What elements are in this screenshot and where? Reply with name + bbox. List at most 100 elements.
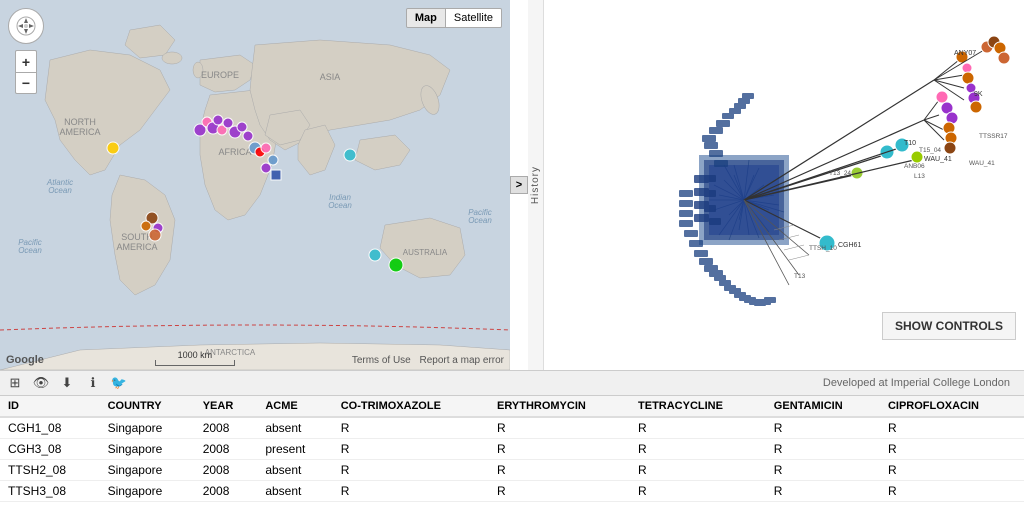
- table-cell: TTSH3_08: [0, 481, 100, 502]
- col-year: YEAR: [195, 396, 258, 417]
- col-cotrimoxazole: CO-TRIMOXAZOLE: [333, 396, 489, 417]
- svg-text:EUROPE: EUROPE: [201, 70, 239, 80]
- table-cell: absent: [257, 481, 332, 502]
- terms-link[interactable]: Terms of Use: [352, 355, 411, 366]
- report-link[interactable]: Report a map error: [420, 355, 504, 366]
- table-cell: R: [489, 481, 630, 502]
- col-id: ID: [0, 396, 100, 417]
- svg-text:SOUTH: SOUTH: [121, 232, 153, 242]
- col-country: COUNTRY: [100, 396, 195, 417]
- table-cell: R: [880, 481, 1024, 502]
- svg-text:AUSTRALIA: AUSTRALIA: [403, 248, 448, 257]
- table-cell: R: [333, 439, 489, 460]
- map-nav-control[interactable]: [8, 8, 44, 44]
- table-cell: Singapore: [100, 460, 195, 481]
- scale-bar: [155, 360, 235, 366]
- grid-icon[interactable]: ⊞: [6, 374, 24, 392]
- table-cell: R: [880, 460, 1024, 481]
- table-cell: R: [880, 439, 1024, 460]
- zoom-out-button[interactable]: −: [15, 72, 37, 94]
- svg-text:L13: L13: [914, 173, 925, 180]
- svg-text:AFRICA: AFRICA: [218, 147, 251, 157]
- table-cell: CGH3_08: [0, 439, 100, 460]
- table-cell: R: [630, 417, 766, 439]
- map-background: NORTH AMERICA SOUTH AMERICA EUROPE AFRIC…: [0, 0, 510, 370]
- col-acme: ACME: [257, 396, 332, 417]
- table-cell: Singapore: [100, 481, 195, 502]
- zoom-in-button[interactable]: +: [15, 50, 37, 72]
- download-icon[interactable]: ⬇: [58, 374, 76, 392]
- svg-text:AMERICA: AMERICA: [59, 127, 100, 137]
- table-cell: R: [766, 481, 880, 502]
- svg-text:WAU_41: WAU_41: [924, 156, 952, 163]
- svg-text:Ocean: Ocean: [18, 246, 42, 255]
- table-cell: R: [333, 460, 489, 481]
- svg-text:NORTH: NORTH: [64, 117, 96, 127]
- top-section: NORTH AMERICA SOUTH AMERICA EUROPE AFRIC…: [0, 0, 1024, 370]
- google-logo: Google: [6, 354, 44, 366]
- table-row: CGH3_08Singapore2008presentRRRRR: [0, 439, 1024, 460]
- world-map-svg: NORTH AMERICA SOUTH AMERICA EUROPE AFRIC…: [0, 0, 510, 370]
- table-row: CGH1_08Singapore2008absentRRRRR: [0, 417, 1024, 439]
- scale-label: 1000 km: [178, 350, 213, 360]
- table-cell: absent: [257, 417, 332, 439]
- table-cell: R: [630, 481, 766, 502]
- table-cell: R: [489, 439, 630, 460]
- map-scale: 1000 km: [155, 350, 235, 366]
- map-footer: Google 1000 km Terms of Use Report a map…: [0, 350, 510, 366]
- map-controls: + −: [8, 8, 44, 94]
- table-body: CGH1_08Singapore2008absentRRRRRCGH3_08Si…: [0, 417, 1024, 502]
- svg-text:ANY07: ANY07: [954, 50, 976, 57]
- table-cell: CGH1_08: [0, 417, 100, 439]
- table-cell: R: [333, 417, 489, 439]
- data-table-section: ID COUNTRY YEAR ACME CO-TRIMOXAZOLE ERYT…: [0, 396, 1024, 522]
- table-row: TTSH3_08Singapore2008absentRRRRR: [0, 481, 1024, 502]
- table-cell: R: [489, 460, 630, 481]
- col-gentamicin: GENTAMICIN: [766, 396, 880, 417]
- map-type-map-button[interactable]: Map: [407, 9, 445, 27]
- col-ciprofloxacin: CIPROFLOXACIN: [880, 396, 1024, 417]
- show-controls-button[interactable]: SHOW CONTROLS: [882, 312, 1016, 340]
- table-cell: 2008: [195, 417, 258, 439]
- svg-text:Ocean: Ocean: [328, 201, 352, 210]
- svg-text:9K: 9K: [974, 91, 983, 98]
- table-cell: 2008: [195, 460, 258, 481]
- map-type-satellite-button[interactable]: Satellite: [445, 9, 501, 27]
- table-cell: Singapore: [100, 417, 195, 439]
- table-cell: R: [766, 417, 880, 439]
- data-table: ID COUNTRY YEAR ACME CO-TRIMOXAZOLE ERYT…: [0, 396, 1024, 502]
- main-container: NORTH AMERICA SOUTH AMERICA EUROPE AFRIC…: [0, 0, 1024, 522]
- table-header-row: ID COUNTRY YEAR ACME CO-TRIMOXAZOLE ERYT…: [0, 396, 1024, 417]
- history-panel: History: [528, 0, 544, 370]
- twitter-icon[interactable]: 🐦: [110, 374, 128, 392]
- eye-icon[interactable]: 👁: [32, 374, 50, 392]
- table-cell: R: [766, 460, 880, 481]
- svg-text:T15_04: T15_04: [919, 147, 941, 154]
- svg-text:WAU_41: WAU_41: [969, 160, 995, 167]
- svg-text:CGH61: CGH61: [838, 242, 861, 249]
- table-cell: 2008: [195, 439, 258, 460]
- bottom-toolbar: ⊞ 👁 ⬇ ℹ 🐦 Developed at Imperial College …: [0, 370, 1024, 396]
- collapse-button[interactable]: >: [510, 176, 528, 194]
- table-cell: R: [630, 460, 766, 481]
- svg-text:T13_24: T13_24: [829, 170, 851, 177]
- svg-text:ANB06: ANB06: [904, 163, 925, 170]
- table-cell: R: [489, 417, 630, 439]
- table-cell: R: [630, 439, 766, 460]
- history-label: History: [530, 166, 541, 204]
- svg-text:TTSH_10: TTSH_10: [809, 245, 837, 252]
- table-cell: 2008: [195, 481, 258, 502]
- svg-text:ASIA: ASIA: [320, 72, 341, 82]
- table-cell: R: [333, 481, 489, 502]
- map-zoom-controls: + −: [15, 50, 37, 94]
- col-tetracycline: TETRACYCLINE: [630, 396, 766, 417]
- col-erythromycin: ERYTHROMYCIN: [489, 396, 630, 417]
- phylo-section: > History: [510, 0, 1024, 370]
- svg-text:Ocean: Ocean: [468, 216, 492, 225]
- table-cell: absent: [257, 460, 332, 481]
- imperial-full-credit: Developed at Imperial College London: [823, 377, 1018, 389]
- svg-text:Ocean: Ocean: [48, 186, 72, 195]
- info-icon[interactable]: ℹ: [84, 374, 102, 392]
- svg-text:T13: T13: [794, 273, 806, 280]
- table-cell: R: [766, 439, 880, 460]
